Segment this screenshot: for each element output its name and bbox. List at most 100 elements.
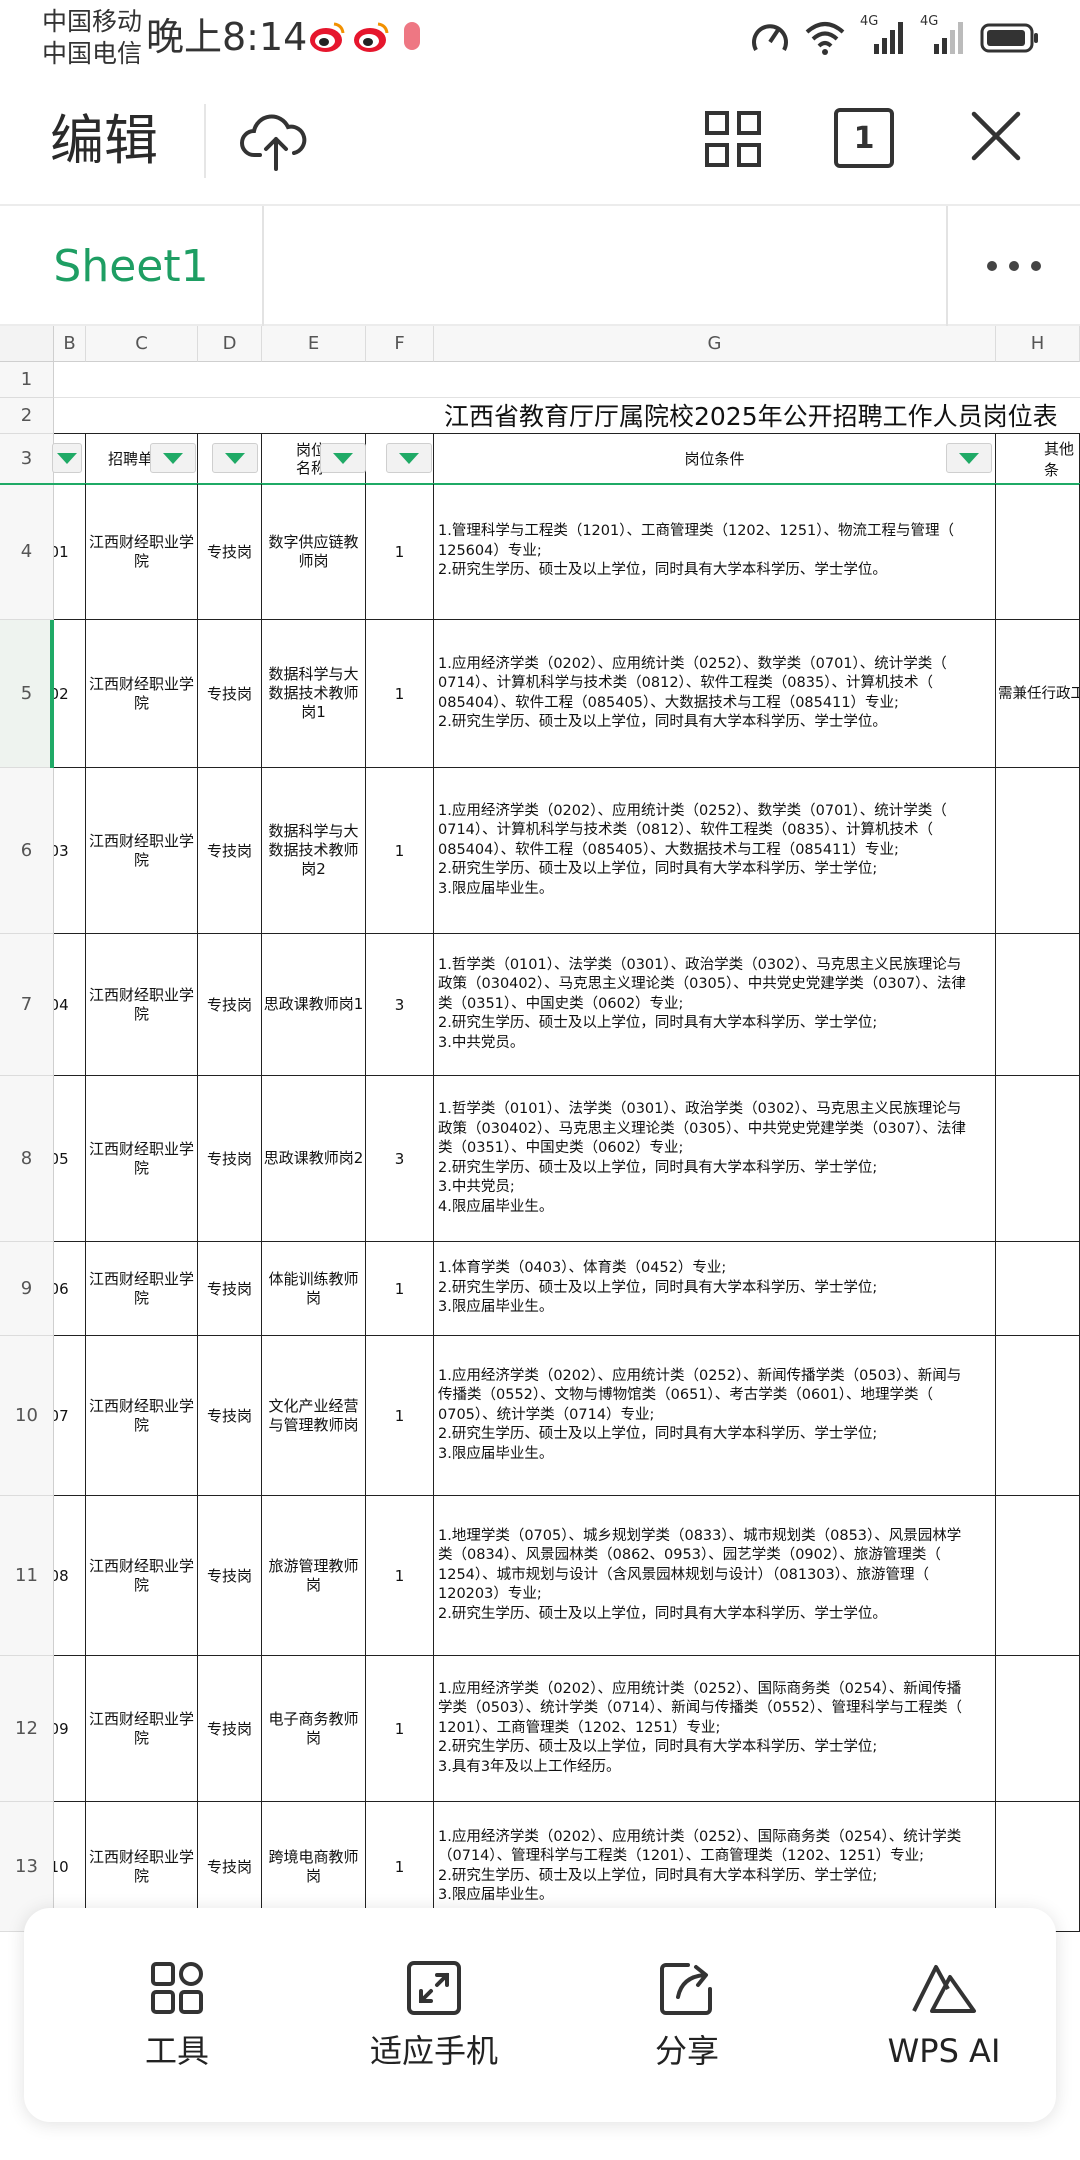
- cell-type[interactable]: 专技岗: [198, 1336, 262, 1496]
- cell-count[interactable]: 1: [366, 1496, 434, 1656]
- column-header-b[interactable]: B: [54, 326, 86, 362]
- row-header[interactable]: 1: [0, 362, 54, 398]
- row-header[interactable]: 6: [0, 768, 54, 934]
- page-count-button[interactable]: 1: [834, 108, 894, 168]
- cell-code[interactable]: 001: [54, 484, 86, 620]
- cell-conditions[interactable]: 1.地理学类（0705）、城乡规划学类（0833）、城市规划类（0853）、风景…: [434, 1496, 996, 1656]
- cell-type[interactable]: 专技岗: [198, 1656, 262, 1802]
- header-cell-h[interactable]: 其他条: [996, 434, 1080, 484]
- cell-type[interactable]: 专技岗: [198, 620, 262, 768]
- cell-post[interactable]: 思政课教师岗2: [262, 1076, 366, 1242]
- fit-phone-button[interactable]: 适应手机: [324, 1908, 544, 2122]
- cell-conditions[interactable]: 1.哲学类（0101）、法学类（0301）、政治学类（0302）、马克思主义民族…: [434, 934, 996, 1076]
- cell-count[interactable]: 1: [366, 1656, 434, 1802]
- cell-unit[interactable]: 江西财经职业学院: [86, 484, 198, 620]
- column-header-d[interactable]: D: [198, 326, 262, 362]
- cell-other[interactable]: [996, 484, 1080, 620]
- cell-code[interactable]: 004: [54, 934, 86, 1076]
- title-row[interactable]: 江西省教育厅厅属院校2025年公开招聘工作人员岗位表: [54, 398, 1080, 434]
- cell-unit[interactable]: 江西财经职业学院: [86, 1076, 198, 1242]
- row-header[interactable]: 5: [0, 620, 54, 768]
- cell-count[interactable]: 1: [366, 1242, 434, 1336]
- cell-code[interactable]: 002: [54, 620, 86, 768]
- column-header-f[interactable]: F: [366, 326, 434, 362]
- cell-other[interactable]: [996, 1242, 1080, 1336]
- filter-button[interactable]: [52, 443, 82, 473]
- cell-other[interactable]: 需兼任行政工: [996, 620, 1080, 768]
- cell-conditions[interactable]: 1.管理科学与工程类（1201）、工商管理类（1202、1251）、物流工程与管…: [434, 484, 996, 620]
- cell-type[interactable]: 专技岗: [198, 1076, 262, 1242]
- cell-type[interactable]: 专技岗: [198, 1496, 262, 1656]
- cell-post[interactable]: 旅游管理教师岗: [262, 1496, 366, 1656]
- cell-count[interactable]: 1: [366, 620, 434, 768]
- cell-post[interactable]: 电子商务教师岗: [262, 1656, 366, 1802]
- cell-type[interactable]: 专技岗: [198, 1242, 262, 1336]
- cell-conditions[interactable]: 1.应用经济学类（0202）、应用统计类（0252）、国际商务类（0254）、新…: [434, 1656, 996, 1802]
- cell-code[interactable]: 003: [54, 768, 86, 934]
- cell-unit[interactable]: 江西财经职业学院: [86, 1496, 198, 1656]
- close-button[interactable]: [966, 106, 1026, 166]
- row-header[interactable]: 7: [0, 934, 54, 1076]
- row-header[interactable]: 2: [0, 398, 54, 434]
- cell-type[interactable]: 专技岗: [198, 768, 262, 934]
- cell-unit[interactable]: 江西财经职业学院: [86, 1242, 198, 1336]
- cell-count[interactable]: 1: [366, 1336, 434, 1496]
- cell-post[interactable]: 数据科学与大数据技术教师岗2: [262, 768, 366, 934]
- row-header[interactable]: 8: [0, 1076, 54, 1242]
- cell-count[interactable]: 3: [366, 1076, 434, 1242]
- row-header[interactable]: 9: [0, 1242, 54, 1336]
- cell-other[interactable]: [996, 934, 1080, 1076]
- cell-other[interactable]: [996, 1656, 1080, 1802]
- row-header[interactable]: 11: [0, 1496, 54, 1656]
- cell-code[interactable]: 006: [54, 1242, 86, 1336]
- cell-other[interactable]: [996, 1336, 1080, 1496]
- sheet-tab-sheet1[interactable]: Sheet1: [0, 206, 264, 326]
- cell-unit[interactable]: 江西财经职业学院: [86, 620, 198, 768]
- row-header[interactable]: 3: [0, 434, 54, 484]
- cell-post[interactable]: 文化产业经营与管理教师岗: [262, 1336, 366, 1496]
- cell-conditions[interactable]: 1.体育学类（0403）、体育类（0452）专业; 2.研究生学历、硕士及以上学位…: [434, 1242, 996, 1336]
- column-header-h[interactable]: H: [996, 326, 1080, 362]
- cell-type[interactable]: 专技岗: [198, 484, 262, 620]
- cell-unit[interactable]: 江西财经职业学院: [86, 768, 198, 934]
- grid-corner[interactable]: [0, 326, 54, 362]
- filter-button[interactable]: [386, 443, 432, 473]
- cell-code[interactable]: 005: [54, 1076, 86, 1242]
- cell-code[interactable]: 008: [54, 1496, 86, 1656]
- row-header[interactable]: 10: [0, 1336, 54, 1496]
- grid-view-button[interactable]: [700, 106, 766, 172]
- filter-button[interactable]: [946, 443, 992, 473]
- cell-conditions[interactable]: 1.应用经济学类（0202）、应用统计类（0252）、数学类（0701）、统计学…: [434, 620, 996, 768]
- column-header-e[interactable]: E: [262, 326, 366, 362]
- tools-button[interactable]: 工具: [84, 1908, 270, 2122]
- filter-button[interactable]: [150, 443, 196, 473]
- edit-button[interactable]: 编辑: [50, 108, 158, 174]
- cell-post[interactable]: 体能训练教师岗: [262, 1242, 366, 1336]
- cell-conditions[interactable]: 1.应用经济学类（0202）、应用统计类（0252）、新闻传播学类（0503）、…: [434, 1336, 996, 1496]
- row-1-blank[interactable]: [54, 362, 1080, 398]
- cell-code[interactable]: 009: [54, 1656, 86, 1802]
- cell-post[interactable]: 数字供应链教师岗: [262, 484, 366, 620]
- column-header-c[interactable]: C: [86, 326, 198, 362]
- spreadsheet-grid[interactable]: B C D E F G H 1 2 3 4 5 6 7 8 9 10 11 12 13 江西省教育厅厅属院校2025年公…: [0, 326, 1080, 2160]
- cell-other[interactable]: [996, 768, 1080, 934]
- cell-post[interactable]: 数据科学与大数据技术教师岗1: [262, 620, 366, 768]
- header-cell-g[interactable]: 岗位条件: [434, 434, 996, 484]
- row-header[interactable]: 4: [0, 484, 54, 620]
- column-header-g[interactable]: G: [434, 326, 996, 362]
- cell-conditions[interactable]: 1.应用经济学类（0202）、应用统计类（0252）、数学类（0701）、统计学…: [434, 768, 996, 934]
- share-button[interactable]: 分享: [594, 1908, 780, 2122]
- cell-count[interactable]: 3: [366, 934, 434, 1076]
- cell-count[interactable]: 1: [366, 768, 434, 934]
- cell-unit[interactable]: 江西财经职业学院: [86, 1656, 198, 1802]
- cell-count[interactable]: 1: [366, 484, 434, 620]
- cell-unit[interactable]: 江西财经职业学院: [86, 1336, 198, 1496]
- more-button[interactable]: [946, 206, 1080, 326]
- cloud-upload-button[interactable]: [236, 106, 312, 176]
- filter-button[interactable]: [320, 443, 366, 473]
- cell-unit[interactable]: 江西财经职业学院: [86, 934, 198, 1076]
- cell-type[interactable]: 专技岗: [198, 934, 262, 1076]
- cell-post[interactable]: 思政课教师岗1: [262, 934, 366, 1076]
- cell-conditions[interactable]: 1.哲学类（0101）、法学类（0301）、政治学类（0302）、马克思主义民族…: [434, 1076, 996, 1242]
- cell-other[interactable]: [996, 1496, 1080, 1656]
